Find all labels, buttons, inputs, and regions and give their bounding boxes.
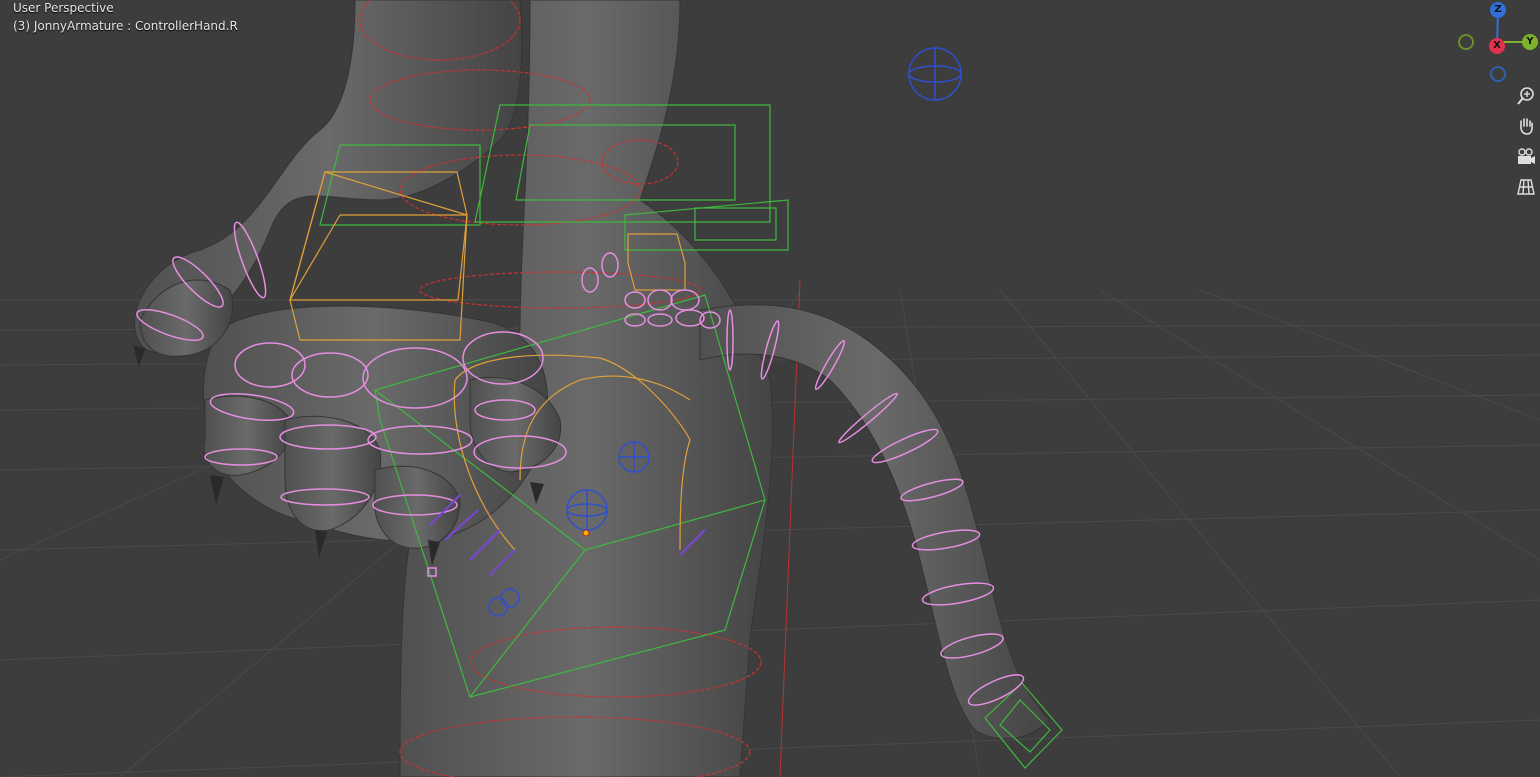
axis-neg-y-ball[interactable] [1458,34,1474,50]
zoom-in-icon [1517,87,1534,105]
axis-y-ball[interactable]: Y [1522,34,1538,50]
camera-icon [1518,148,1535,164]
3d-cursor-origin [582,529,590,537]
character-mesh [133,0,1051,777]
viewport-title: User Perspective [13,1,114,15]
axis-neg-z-ball[interactable] [1490,66,1506,82]
hand-icon [1520,118,1533,135]
zoom-button[interactable] [1514,84,1538,108]
grid-icon [1517,179,1535,195]
active-object-info: (3) JonnyArmature : ControllerHand.R [13,19,238,33]
camera-button[interactable] [1514,145,1538,169]
axis-z-ball[interactable]: Z [1490,2,1506,18]
ortho-toggle-button[interactable] [1514,175,1538,199]
navigation-gizmo[interactable]: Z X Y [1456,0,1540,84]
3d-viewport[interactable] [0,0,1540,777]
pan-button[interactable] [1514,114,1538,138]
axis-x-ball[interactable]: X [1489,38,1505,54]
